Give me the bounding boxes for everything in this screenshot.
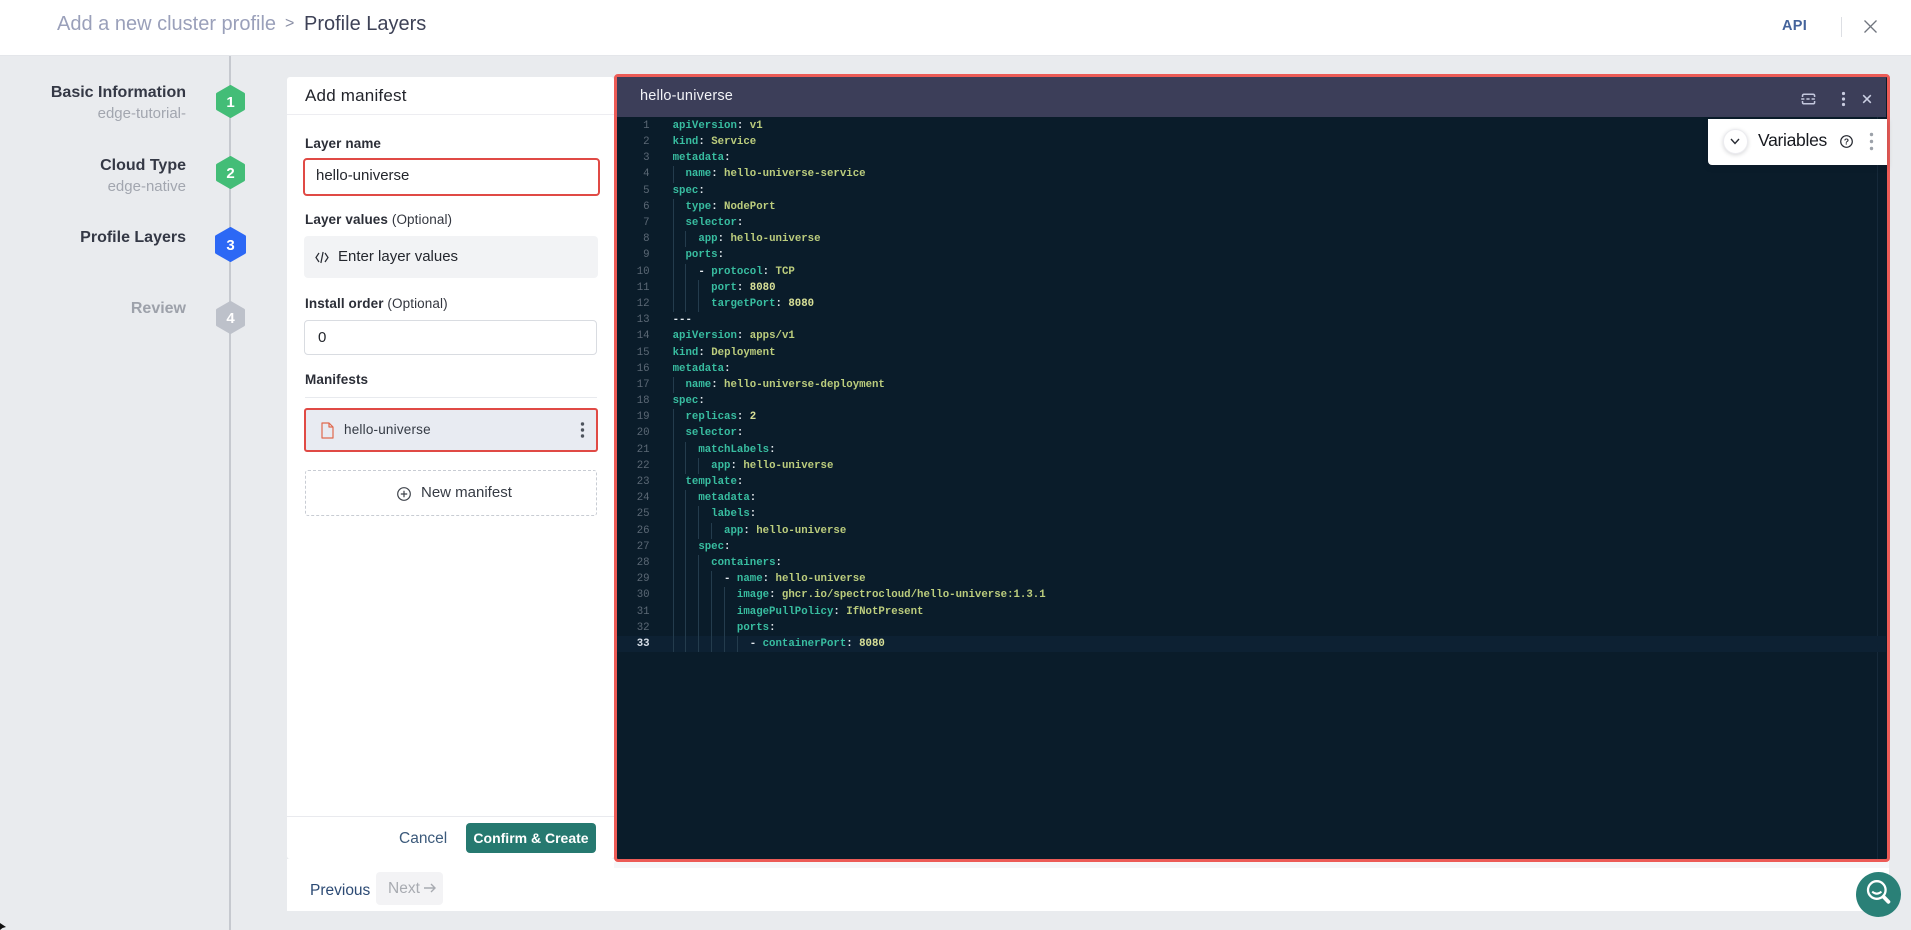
svg-text:?: ? (1844, 136, 1849, 146)
svg-text:4: 4 (226, 310, 235, 327)
svg-text:1: 1 (226, 94, 234, 111)
svg-text:3: 3 (226, 237, 234, 254)
svg-text:2: 2 (226, 165, 234, 182)
